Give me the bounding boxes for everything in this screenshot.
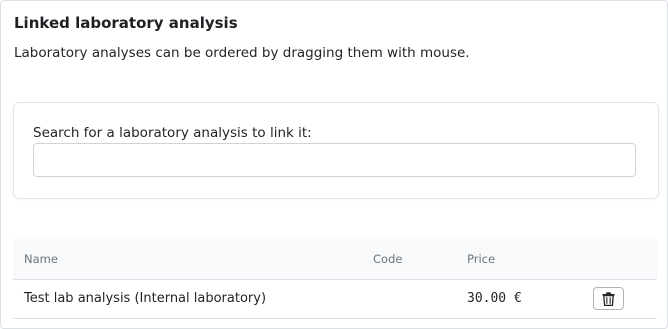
section-title: Linked laboratory analysis bbox=[14, 14, 238, 32]
table-row[interactable]: Test lab analysis (Internal laboratory) … bbox=[13, 280, 657, 319]
column-header-code: Code bbox=[373, 252, 403, 266]
table-header: Name Code Price bbox=[13, 239, 657, 280]
cell-name: Test lab analysis (Internal laboratory) bbox=[24, 291, 267, 306]
cell-price: 30.00 € bbox=[467, 291, 522, 306]
delete-button[interactable] bbox=[593, 287, 624, 310]
column-header-price: Price bbox=[467, 252, 496, 266]
section-description: Laboratory analyses can be ordered by dr… bbox=[14, 45, 470, 61]
column-header-name: Name bbox=[24, 252, 58, 266]
trash-icon bbox=[602, 291, 615, 306]
linked-lab-analysis-panel: Linked laboratory analysis Laboratory an… bbox=[0, 0, 668, 329]
search-label: Search for a laboratory analysis to link… bbox=[33, 125, 312, 141]
search-card: Search for a laboratory analysis to link… bbox=[13, 102, 659, 199]
search-input[interactable] bbox=[33, 143, 636, 177]
